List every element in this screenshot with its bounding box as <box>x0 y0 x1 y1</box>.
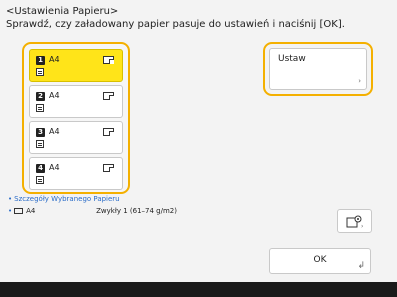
bullet-icon: • <box>8 195 13 203</box>
status-bar <box>0 282 397 297</box>
paper-orientation-icon <box>103 164 114 172</box>
return-arrow-icon: ↲ <box>357 261 365 271</box>
drawer-number-badge: 1 <box>36 56 45 65</box>
page-title: <Ustawienia Papieru> <box>6 6 119 17</box>
drawer-1-button[interactable]: 1 A4 <box>29 49 123 82</box>
svg-text:›: › <box>361 223 363 229</box>
drawer-number-badge: 3 <box>36 128 45 137</box>
drawer-number-badge: 2 <box>36 92 45 101</box>
details-paper-type: Zwykły 1 (61–74 g/m2) <box>96 207 177 215</box>
set-button[interactable]: Ustaw › <box>269 48 367 90</box>
drawer-paper-size: A4 <box>49 163 60 172</box>
plain-paper-icon <box>36 176 44 184</box>
drawer-3-button[interactable]: 3 A4 <box>29 121 123 154</box>
plain-paper-icon <box>36 140 44 148</box>
drawer-paper-size: A4 <box>49 55 60 64</box>
drawer-4-button[interactable]: 4 A4 <box>29 157 123 190</box>
plain-paper-icon <box>36 104 44 112</box>
set-button-highlight: Ustaw › <box>263 42 373 96</box>
chevron-right-icon: › <box>358 77 361 85</box>
details-label: Szczegóły Wybranego Papieru <box>14 195 120 203</box>
paper-orientation-icon <box>103 128 114 136</box>
drawer-number-badge: 4 <box>36 164 45 173</box>
instruction-text: Sprawdź, czy załadowany papier pasuje do… <box>6 19 345 30</box>
selected-paper-details: • Szczegóły Wybranego Papieru • A4 Zwykły 1… <box>8 195 388 216</box>
paper-orientation-icon <box>14 208 24 214</box>
paper-orientation-icon <box>103 56 114 64</box>
paper-settings-button[interactable]: › <box>337 209 372 233</box>
drawer-2-button[interactable]: 2 A4 <box>29 85 123 118</box>
paper-orientation-icon <box>103 92 114 100</box>
drawer-paper-size: A4 <box>49 127 60 136</box>
paper-drawer-list: 1 A4 2 A4 3 A4 4 A4 <box>22 42 130 194</box>
details-paper-size: A4 <box>26 207 36 215</box>
bullet-icon: • <box>8 207 13 215</box>
drawer-paper-size: A4 <box>49 91 60 100</box>
plain-paper-icon <box>36 68 44 76</box>
ok-button-label: OK <box>313 255 327 265</box>
ok-button[interactable]: OK ↲ <box>269 248 371 274</box>
set-button-label: Ustaw <box>278 54 306 64</box>
header: <Ustawienia Papieru> Sprawdź, czy załado… <box>6 6 392 31</box>
details-heading: • Szczegóły Wybranego Papieru <box>8 195 388 204</box>
paper-settings-icon: › <box>346 215 363 229</box>
details-row: • A4 Zwykły 1 (61–74 g/m2) <box>8 206 388 216</box>
